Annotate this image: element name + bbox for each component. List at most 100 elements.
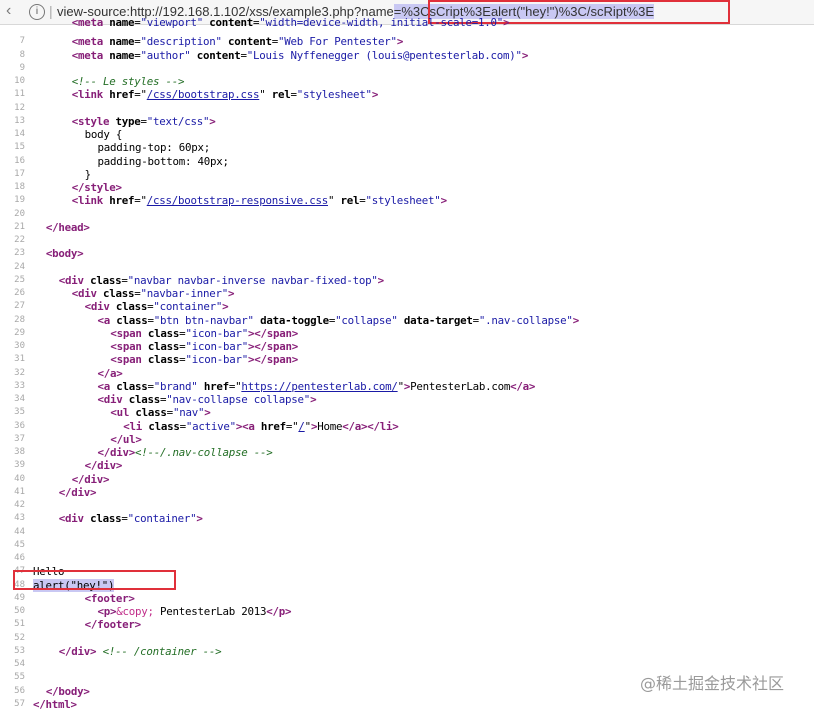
code-token: ="	[134, 88, 147, 102]
source-line: 32 </a>	[0, 367, 814, 380]
info-icon[interactable]: i	[29, 4, 45, 20]
line-code: <span class="icon-bar"></span>	[110, 340, 298, 353]
code-token: "icon-bar"	[185, 340, 248, 353]
line-number: 29	[14, 327, 25, 338]
line-number: 37	[14, 433, 25, 444]
line-number: 56	[14, 685, 25, 696]
code-token: content	[209, 16, 254, 29]
source-line: 39 </div>	[0, 459, 814, 472]
code-token[interactable]: /css/bootstrap.css	[147, 88, 260, 101]
line-number: 46	[14, 553, 25, 563]
line-number: 18	[14, 182, 25, 192]
line-number: 30	[14, 341, 25, 351]
code-token: >	[377, 273, 385, 287]
back-arrow-icon[interactable]: ‹	[6, 2, 11, 20]
line-code: <a class="brand" href="https://pentester…	[98, 380, 536, 393]
code-token: </footer>	[84, 618, 142, 632]
line-number: 28	[14, 314, 25, 325]
code-token: "stylesheet"	[365, 194, 441, 208]
line-number: 45	[14, 539, 25, 550]
code-token: "description"	[140, 35, 222, 49]
source-line: 8 <meta name="author" content="Louis Nyff…	[0, 49, 814, 62]
code-token: >	[222, 300, 229, 314]
code-token: >	[371, 88, 379, 102]
code-token: ></span>	[247, 326, 298, 340]
code-token: </div>	[58, 485, 97, 499]
code-token: class	[147, 340, 180, 353]
line-code: <div class="navbar navbar-inverse navbar…	[59, 274, 384, 287]
source-line: 23 <body>	[0, 247, 814, 260]
source-line: 28 <a class="btn btn-navbar" data-toggle=…	[0, 314, 814, 327]
code-token: ="	[134, 194, 147, 208]
code-token: <div	[58, 273, 91, 287]
code-token: ="	[228, 379, 242, 393]
source-line: 40 </div>	[0, 473, 814, 486]
code-token: content	[228, 35, 272, 49]
line-number: 36	[14, 420, 25, 431]
code-token: >	[310, 393, 317, 406]
code-token: </p>	[266, 605, 292, 618]
code-token: &copy;	[116, 605, 154, 618]
source-view[interactable]: <meta name="viewport" content="width=dev…	[0, 16, 814, 711]
code-token: </ul>	[110, 432, 142, 446]
code-token: "icon-bar"	[185, 353, 248, 367]
code-token: "author"	[140, 48, 191, 62]
code-token: "Louis Nyffenegger (louis@pentesterlab.c…	[246, 48, 522, 62]
line-number: 22	[14, 235, 25, 245]
line-number: 17	[14, 168, 25, 179]
code-token: name	[109, 16, 135, 29]
source-line: 52	[0, 632, 814, 645]
line-number: 41	[14, 486, 25, 497]
line-number: 43	[14, 513, 25, 524]
watermark: @稀土掘金技术社区	[640, 674, 785, 693]
line-number: 9	[19, 62, 25, 73]
code-token: "active"	[185, 419, 236, 433]
code-token: "Web For Pentester"	[278, 35, 397, 49]
line-code: }	[85, 168, 92, 181]
line-number: 8	[19, 49, 25, 60]
source-line: 42	[0, 499, 814, 512]
source-line: 44	[0, 526, 814, 539]
source-line: 46	[0, 552, 814, 565]
source-line: 29 <span class="icon-bar"></span>	[0, 327, 814, 340]
code-token[interactable]: /css/bootstrap-responsive.css	[147, 194, 329, 207]
code-token: <span	[110, 353, 148, 367]
line-code: <link href="/css/bootstrap-responsive.cs…	[72, 194, 447, 207]
source-line: 22	[0, 234, 814, 247]
line-number: 57	[14, 698, 25, 709]
code-token[interactable]: https://pentesterlab.com/	[241, 380, 398, 393]
line-number: 40	[14, 473, 25, 484]
source-line: 30 <span class="icon-bar"></span>	[0, 340, 814, 353]
code-token: Home	[317, 419, 343, 433]
source-line: 57 </html>	[0, 698, 814, 711]
code-token: "	[328, 194, 341, 208]
code-token: class	[148, 419, 180, 433]
line-number: 23	[14, 248, 25, 259]
code-token: </a>	[510, 379, 536, 393]
code-token: class	[128, 393, 161, 406]
line-number: 27	[14, 301, 25, 312]
line-code: </head>	[46, 221, 90, 234]
line-number: 26	[14, 288, 25, 298]
code-token: ="	[285, 419, 299, 433]
line-number: 38	[14, 447, 25, 457]
line-number: 25	[14, 274, 25, 285]
code-token: padding-top: 60px;	[97, 141, 211, 155]
line-number: 49	[14, 592, 25, 603]
code-token: <link	[71, 88, 110, 102]
line-code: </div> <!-- /container -->	[59, 645, 222, 658]
line-number: 50	[14, 606, 25, 616]
code-token: class	[90, 273, 122, 287]
code-token: ".nav-collapse"	[478, 313, 573, 327]
source-line: 33 <a class="brand" href="https://pentest…	[0, 380, 814, 393]
code-token: class	[147, 326, 180, 340]
code-token: <!--/.nav-collapse -->	[135, 446, 273, 459]
source-line: 15 padding-top: 60px;	[0, 141, 814, 154]
line-number: 24	[14, 261, 25, 272]
line-number: 42	[14, 500, 25, 510]
source-line: 41 </div>	[0, 486, 814, 499]
line-number: 20	[14, 208, 25, 219]
source-line: 17}	[0, 168, 814, 181]
code-token: PentesterLab.com	[410, 379, 511, 393]
line-code: </div>	[72, 473, 110, 486]
